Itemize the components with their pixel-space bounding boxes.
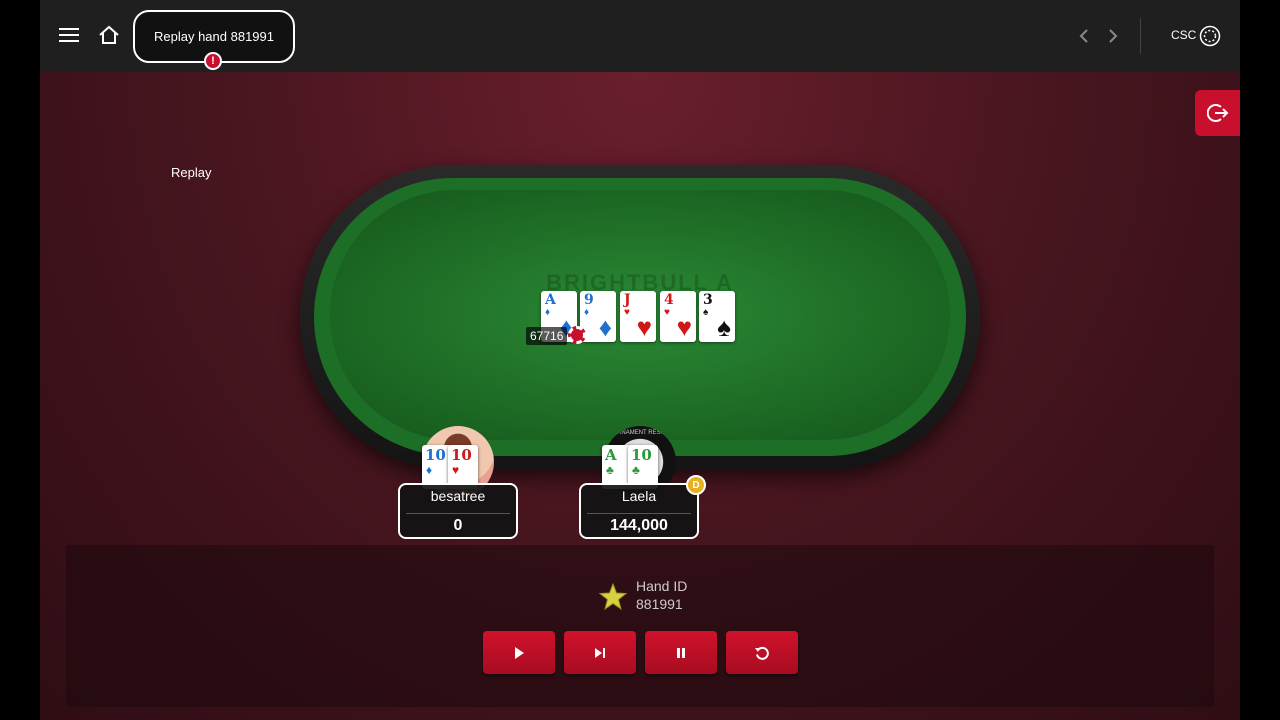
avatar-caption: TOURNAMENT RESULTS	[604, 430, 676, 436]
player-name: Laela	[621, 488, 657, 504]
pause-button[interactable]	[645, 631, 717, 674]
step-forward-button[interactable]	[564, 631, 636, 674]
player-seat-besatree[interactable]: besatree 0	[398, 483, 518, 539]
diamond-icon: ♦	[584, 307, 590, 318]
club-icon: ♣	[632, 463, 640, 477]
card-rank: J	[624, 292, 631, 308]
board-card: J ♥ ♥	[620, 291, 656, 342]
card-rank: 10	[631, 446, 652, 464]
logout-icon	[1206, 104, 1228, 122]
heart-icon: ♥	[676, 312, 692, 342]
card-rank: 3	[703, 292, 713, 308]
card-rank: 9	[584, 292, 594, 308]
home-icon[interactable]	[96, 22, 122, 48]
club-icon: ♣	[606, 463, 614, 477]
player-seat-laela[interactable]: Laela 144,000	[579, 483, 699, 539]
card-rank: 4	[664, 292, 674, 308]
chevron-right-icon[interactable]	[1103, 26, 1123, 46]
heart-icon: ♥	[452, 463, 460, 477]
pause-icon	[677, 647, 685, 658]
heart-icon: ♥	[636, 312, 652, 342]
replay-icon	[755, 646, 769, 660]
card-rank: A	[545, 292, 556, 308]
poker-app: Replay hand 881991 ! CSC Replay BRIGHTBU…	[40, 0, 1240, 720]
replay-controls-panel	[66, 545, 1214, 707]
card-rank: 10	[451, 446, 472, 464]
diamond-icon: ♦	[545, 307, 551, 318]
currency-label: CSC	[1171, 28, 1197, 42]
skip-next-icon	[595, 647, 605, 658]
top-bar: Replay hand 881991 ! CSC	[40, 0, 1240, 72]
exit-button[interactable]	[1195, 90, 1240, 136]
restart-button[interactable]	[726, 631, 798, 674]
card-rank: 10	[425, 446, 446, 464]
menu-icon[interactable]	[56, 22, 82, 48]
chevron-left-icon[interactable]	[1074, 26, 1094, 46]
board-card: 4 ♥ ♥	[660, 291, 696, 342]
hand-id-value: 881991	[636, 596, 683, 612]
heart-icon: ♥	[624, 307, 630, 318]
hand-id-label: Hand ID	[636, 578, 688, 594]
player-divider	[587, 513, 691, 514]
alert-icon: !	[204, 52, 222, 70]
replay-view-label: Replay	[171, 165, 212, 180]
chip-icon	[568, 326, 586, 344]
card-rank: A	[605, 446, 617, 464]
spade-icon: ♠	[717, 312, 731, 342]
board-card: 3 ♠ ♠	[699, 291, 735, 342]
star-icon[interactable]	[598, 582, 628, 612]
player-name: besatree	[430, 488, 486, 504]
spade-icon: ♠	[703, 307, 709, 318]
pot-amount: 67716	[526, 327, 568, 345]
heart-icon: ♥	[664, 307, 670, 318]
player-chips: 0	[453, 517, 463, 534]
replay-tab-label: Replay hand 881991	[154, 29, 274, 44]
player-divider	[406, 513, 510, 514]
currency-coin-icon[interactable]	[1199, 25, 1221, 47]
header-divider	[1140, 18, 1141, 54]
diamond-icon: ♦	[598, 312, 612, 342]
diamond-icon: ♦	[426, 463, 433, 477]
play-icon	[515, 646, 524, 659]
dealer-button: D	[686, 475, 706, 495]
player-chips: 144,000	[610, 517, 668, 534]
play-button[interactable]	[483, 631, 555, 674]
